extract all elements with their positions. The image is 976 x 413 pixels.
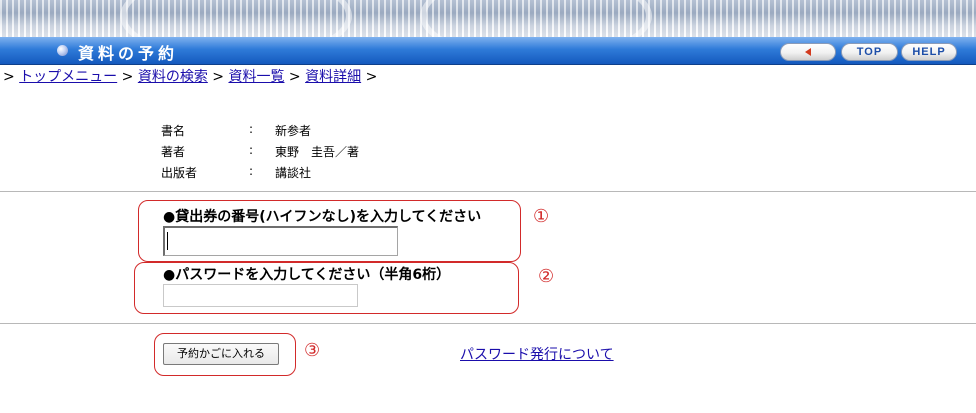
annotation-number-2: ② <box>538 266 555 287</box>
breadcrumb-separator: > <box>121 69 134 85</box>
help-button[interactable]: HELP <box>901 43 957 61</box>
add-to-reserve-cart-button[interactable]: 予約かごに入れる <box>163 343 279 365</box>
breadcrumb-link-top-menu[interactable]: トップメニュー <box>19 69 117 85</box>
title-label: 書名 <box>161 124 186 138</box>
password-input[interactable] <box>163 284 358 307</box>
publisher-colon: : <box>249 164 254 178</box>
title-bar: 資料の予約 TOP HELP <box>0 37 976 65</box>
top-button[interactable]: TOP <box>841 43 898 61</box>
breadcrumb-separator: > <box>365 69 378 85</box>
bullet-icon <box>57 45 68 56</box>
breadcrumb: > トップメニュー > 資料の検索 > 資料一覧 > 資料詳細 > <box>3 66 377 86</box>
breadcrumb-link-list[interactable]: 資料一覧 <box>228 69 284 85</box>
back-button[interactable] <box>780 43 836 61</box>
breadcrumb-link-search[interactable]: 資料の検索 <box>138 69 208 85</box>
annotation-number-3: ③ <box>304 340 321 361</box>
back-arrow-icon <box>805 48 811 56</box>
author-label: 著者 <box>161 145 186 159</box>
breadcrumb-separator: > <box>212 69 225 85</box>
header-banner-image <box>0 0 976 62</box>
page-title: 資料の予約 <box>78 44 179 63</box>
password-issuance-link[interactable]: パスワード発行について <box>460 344 614 364</box>
divider <box>0 323 976 324</box>
breadcrumb-separator: > <box>288 69 301 85</box>
card-number-label: ●貸出券の番号(ハイフンなし)を入力してください <box>163 209 482 225</box>
card-number-input[interactable] <box>163 226 398 256</box>
publisher-label: 出版者 <box>161 166 198 180</box>
divider <box>0 191 976 192</box>
publisher-value: 講談社 <box>275 166 312 180</box>
author-value: 東野 圭吾／著 <box>275 145 360 159</box>
annotation-number-1: ① <box>533 206 550 227</box>
password-label: ●パスワードを入力してください（半角6桁） <box>163 267 451 283</box>
breadcrumb-link-detail[interactable]: 資料詳細 <box>305 69 361 85</box>
title-value: 新参者 <box>275 124 312 138</box>
breadcrumb-separator: > <box>3 69 15 85</box>
title-colon: : <box>249 122 254 136</box>
author-colon: : <box>249 143 254 157</box>
